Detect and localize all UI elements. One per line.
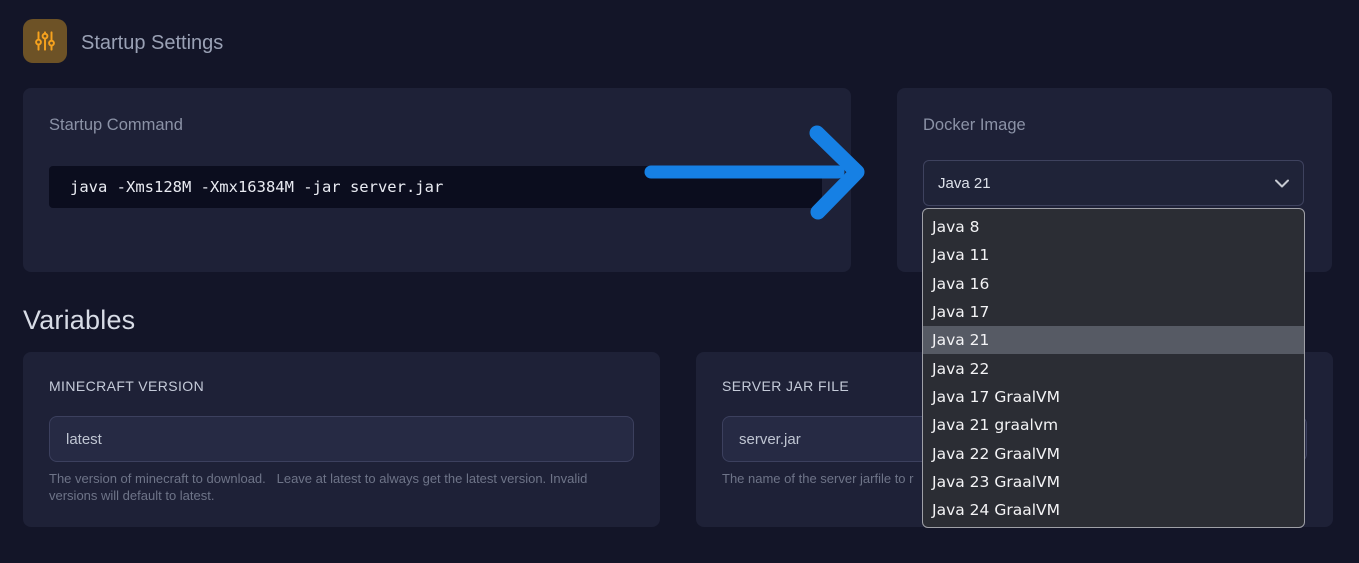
- page-title: Startup Settings: [81, 32, 224, 54]
- minecraft-version-description: The version of minecraft to download. Le…: [49, 471, 591, 503]
- dropdown-option[interactable]: Java 11: [923, 241, 1304, 269]
- variables-heading: Variables: [23, 305, 136, 335]
- dropdown-option[interactable]: Java 16: [923, 270, 1304, 298]
- minecraft-version-input[interactable]: [49, 416, 634, 462]
- minecraft-version-label: MINECRAFT VERSION: [49, 378, 205, 394]
- docker-image-select[interactable]: Java 21: [923, 160, 1304, 206]
- dropdown-option[interactable]: Java 21 graalvm: [923, 411, 1304, 439]
- variable-card-minecraft-version: MINECRAFT VERSION The version of minecra…: [23, 352, 660, 527]
- docker-image-label: Docker Image: [923, 116, 1026, 134]
- dropdown-option[interactable]: Java 22 GraalVM: [923, 439, 1304, 467]
- dropdown-option[interactable]: Java 21: [923, 326, 1304, 355]
- startup-settings-page: Startup Settings Startup Command Docker …: [0, 0, 1359, 563]
- dropdown-option[interactable]: Java 17 GraalVM: [923, 383, 1304, 411]
- dropdown-option[interactable]: Java 17: [923, 298, 1304, 326]
- dropdown-option[interactable]: Java 8: [923, 213, 1304, 241]
- dropdown-option[interactable]: Java 24 GraalVM: [923, 496, 1304, 524]
- startup-command-input[interactable]: [49, 166, 822, 208]
- startup-command-label: Startup Command: [49, 116, 183, 134]
- dropdown-option[interactable]: Java 22: [923, 354, 1304, 382]
- docker-image-dropdown: Java 8 Java 11 Java 16 Java 17 Java 21 Java 2…: [922, 208, 1305, 528]
- dropdown-option[interactable]: Java 23 GraalVM: [923, 468, 1304, 496]
- chevron-down-icon: [1275, 179, 1289, 188]
- docker-image-selected-value: Java 21: [938, 174, 991, 192]
- server-jar-file-label: SERVER JAR FILE: [722, 378, 850, 394]
- startup-command-card: Startup Command: [23, 88, 851, 272]
- startup-settings-icon-tile: [23, 19, 67, 63]
- sliders-icon: [35, 31, 55, 51]
